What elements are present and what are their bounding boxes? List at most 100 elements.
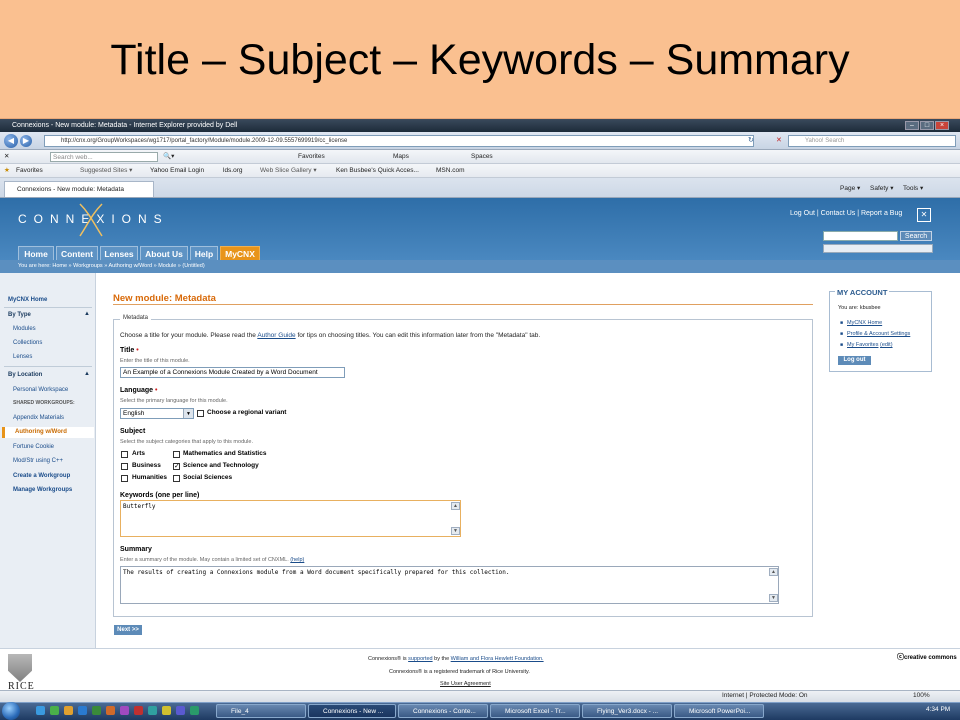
site-search-input[interactable]: [823, 231, 898, 241]
forward-icon[interactable]: ▶: [20, 135, 32, 147]
taskbar-excel[interactable]: Microsoft Excel - Tr...: [490, 704, 580, 718]
site-user-agreement-link[interactable]: Site User Agreement: [440, 681, 491, 687]
toolbar-spaces[interactable]: Spaces: [471, 150, 493, 164]
title-input[interactable]: An Example of a Connexions Module Create…: [120, 367, 345, 378]
logout-link[interactable]: Log Out: [790, 210, 815, 217]
subject-social-checkbox[interactable]: [173, 475, 180, 482]
tab-content[interactable]: Content: [56, 246, 98, 260]
keywords-textarea[interactable]: Butterfly: [120, 500, 461, 537]
zoom-level[interactable]: 100%: [913, 692, 930, 699]
refresh-icon[interactable]: ↻: [748, 136, 754, 144]
taskbar-connexions-new[interactable]: Connexions - New ...: [308, 704, 396, 718]
quicklaunch-icon[interactable]: [134, 706, 143, 715]
subject-business-checkbox[interactable]: [121, 463, 128, 470]
sidebar-item-collections[interactable]: Collections: [13, 340, 42, 346]
tab-mycnx[interactable]: MyCNX: [220, 246, 260, 260]
fav-msn[interactable]: MSN.com: [436, 164, 465, 178]
creative-commons-logo[interactable]: ⓒcreative commons: [897, 654, 957, 662]
tab-about-us[interactable]: About Us: [140, 246, 188, 260]
sidebar-mycnx-home[interactable]: MyCNX Home: [8, 297, 47, 303]
collapse-icon[interactable]: ▲: [84, 371, 90, 377]
favorites-button[interactable]: Favorites: [16, 164, 43, 178]
taskbar-powerpoint[interactable]: Microsoft PowerPoi...: [674, 704, 764, 718]
subject-math-checkbox[interactable]: [173, 451, 180, 458]
fav-web-slice[interactable]: Web Slice Gallery ▾: [260, 164, 317, 178]
sidebar-item-authoring-word[interactable]: Authoring w/Word: [2, 427, 94, 438]
sidebar-item-fortune-cookie[interactable]: Fortune Cookie: [13, 444, 54, 450]
taskbar-file4[interactable]: File_4: [216, 704, 306, 718]
quicklaunch-ie-icon[interactable]: [36, 706, 45, 715]
sidebar-by-location[interactable]: By Location: [8, 372, 42, 378]
tab-help[interactable]: Help: [190, 246, 218, 260]
sidebar-manage-workgroups[interactable]: Manage Workgroups: [13, 487, 72, 493]
header-scrollbar[interactable]: [823, 244, 933, 253]
scroll-down-icon[interactable]: ▼: [451, 527, 460, 535]
account-favorites-link[interactable]: My Favorites: [847, 342, 878, 348]
close-icon[interactable]: ✕: [917, 208, 931, 222]
subject-science-checkbox[interactable]: ✓: [173, 463, 180, 470]
toolbar-favorites[interactable]: Favorites: [298, 150, 325, 164]
quicklaunch-icon[interactable]: [120, 706, 129, 715]
scroll-down-icon[interactable]: ▼: [769, 594, 778, 602]
quicklaunch-icon[interactable]: [50, 706, 59, 715]
tab-lenses[interactable]: Lenses: [100, 246, 138, 260]
close-window-button[interactable]: ×: [935, 121, 949, 130]
account-profile-link[interactable]: Profile & Account Settings: [847, 331, 910, 337]
back-icon[interactable]: ◀: [4, 134, 18, 148]
quicklaunch-icon[interactable]: [148, 706, 157, 715]
subject-arts-checkbox[interactable]: [121, 451, 128, 458]
yahoo-search-input[interactable]: Yahoo! Search: [788, 135, 956, 147]
minimize-button[interactable]: –: [905, 121, 919, 130]
page-menu[interactable]: Page ▾: [840, 184, 860, 192]
site-search-button[interactable]: Search: [900, 231, 932, 241]
taskbar-word[interactable]: Flying_Ver3.docx - ...: [582, 704, 672, 718]
chevron-down-icon[interactable]: ▼: [183, 409, 193, 418]
account-edit-link[interactable]: (edit): [880, 342, 893, 348]
quicklaunch-icon[interactable]: [78, 706, 87, 715]
collapse-icon[interactable]: ▲: [84, 311, 90, 317]
next-button[interactable]: Next >>: [114, 625, 142, 635]
sidebar-item-modules[interactable]: Modules: [13, 326, 36, 332]
quicklaunch-icon[interactable]: [190, 706, 199, 715]
report-bug-link[interactable]: Report a Bug: [861, 210, 902, 217]
scroll-up-icon[interactable]: ▲: [769, 568, 778, 576]
web-search-input[interactable]: Search web...: [50, 152, 158, 162]
quicklaunch-icon[interactable]: [64, 706, 73, 715]
summary-textarea[interactable]: The results of creating a Connexions mod…: [120, 566, 779, 604]
maximize-button[interactable]: □: [920, 121, 934, 130]
subject-humanities-checkbox[interactable]: [121, 475, 128, 482]
safety-menu[interactable]: Safety ▾: [870, 184, 894, 192]
sidebar-item-lenses[interactable]: Lenses: [13, 354, 32, 360]
logout-button[interactable]: Log out: [838, 356, 871, 365]
author-guide-link[interactable]: Author Guide: [257, 332, 295, 339]
fav-suggested-sites[interactable]: Suggested Sites ▾: [80, 164, 132, 178]
account-mycnx-home-link[interactable]: MyCNX Home: [847, 320, 882, 326]
quicklaunch-icon[interactable]: [176, 706, 185, 715]
fav-yahoo-email[interactable]: Yahoo Email Login: [150, 164, 204, 178]
supported-link[interactable]: supported: [408, 656, 432, 662]
address-input[interactable]: http://cnx.org/GroupWorkspaces/wg1717/po…: [44, 135, 754, 147]
sidebar-item-personal-workspace[interactable]: Personal Workspace: [13, 387, 68, 393]
contact-link[interactable]: Contact Us: [821, 210, 856, 217]
tools-menu[interactable]: Tools ▾: [903, 184, 923, 192]
start-button[interactable]: [2, 702, 20, 720]
taskbar-connexions-content[interactable]: Connexions - Conte...: [398, 704, 488, 718]
hewlett-link[interactable]: William and Flora Hewlett Foundation.: [451, 656, 544, 662]
browser-tab[interactable]: Connexions - New module: Metadata: [4, 181, 154, 197]
quicklaunch-icon[interactable]: [92, 706, 101, 715]
fav-lds[interactable]: lds.org: [223, 164, 243, 178]
quicklaunch-icon[interactable]: [162, 706, 171, 715]
fav-quick-access[interactable]: Ken Busbee's Quick Acces...: [336, 164, 419, 178]
sidebar-create-workgroup[interactable]: Create a Workgroup: [13, 473, 70, 479]
sidebar-item-mod-str[interactable]: Mod/Str using C++: [13, 458, 63, 464]
scroll-up-icon[interactable]: ▲: [451, 502, 460, 510]
language-select[interactable]: English ▼: [120, 408, 194, 419]
sidebar-by-type[interactable]: By Type: [8, 312, 31, 318]
stop-icon[interactable]: ✕: [776, 136, 782, 144]
toolbar-maps[interactable]: Maps: [393, 150, 409, 164]
summary-help-link[interactable]: (help): [290, 557, 304, 563]
close-toolbar-icon[interactable]: ✕: [4, 150, 9, 164]
search-go-icon[interactable]: 🔍▾: [163, 150, 174, 164]
regional-variant-checkbox[interactable]: [197, 410, 204, 417]
quicklaunch-icon[interactable]: [106, 706, 115, 715]
